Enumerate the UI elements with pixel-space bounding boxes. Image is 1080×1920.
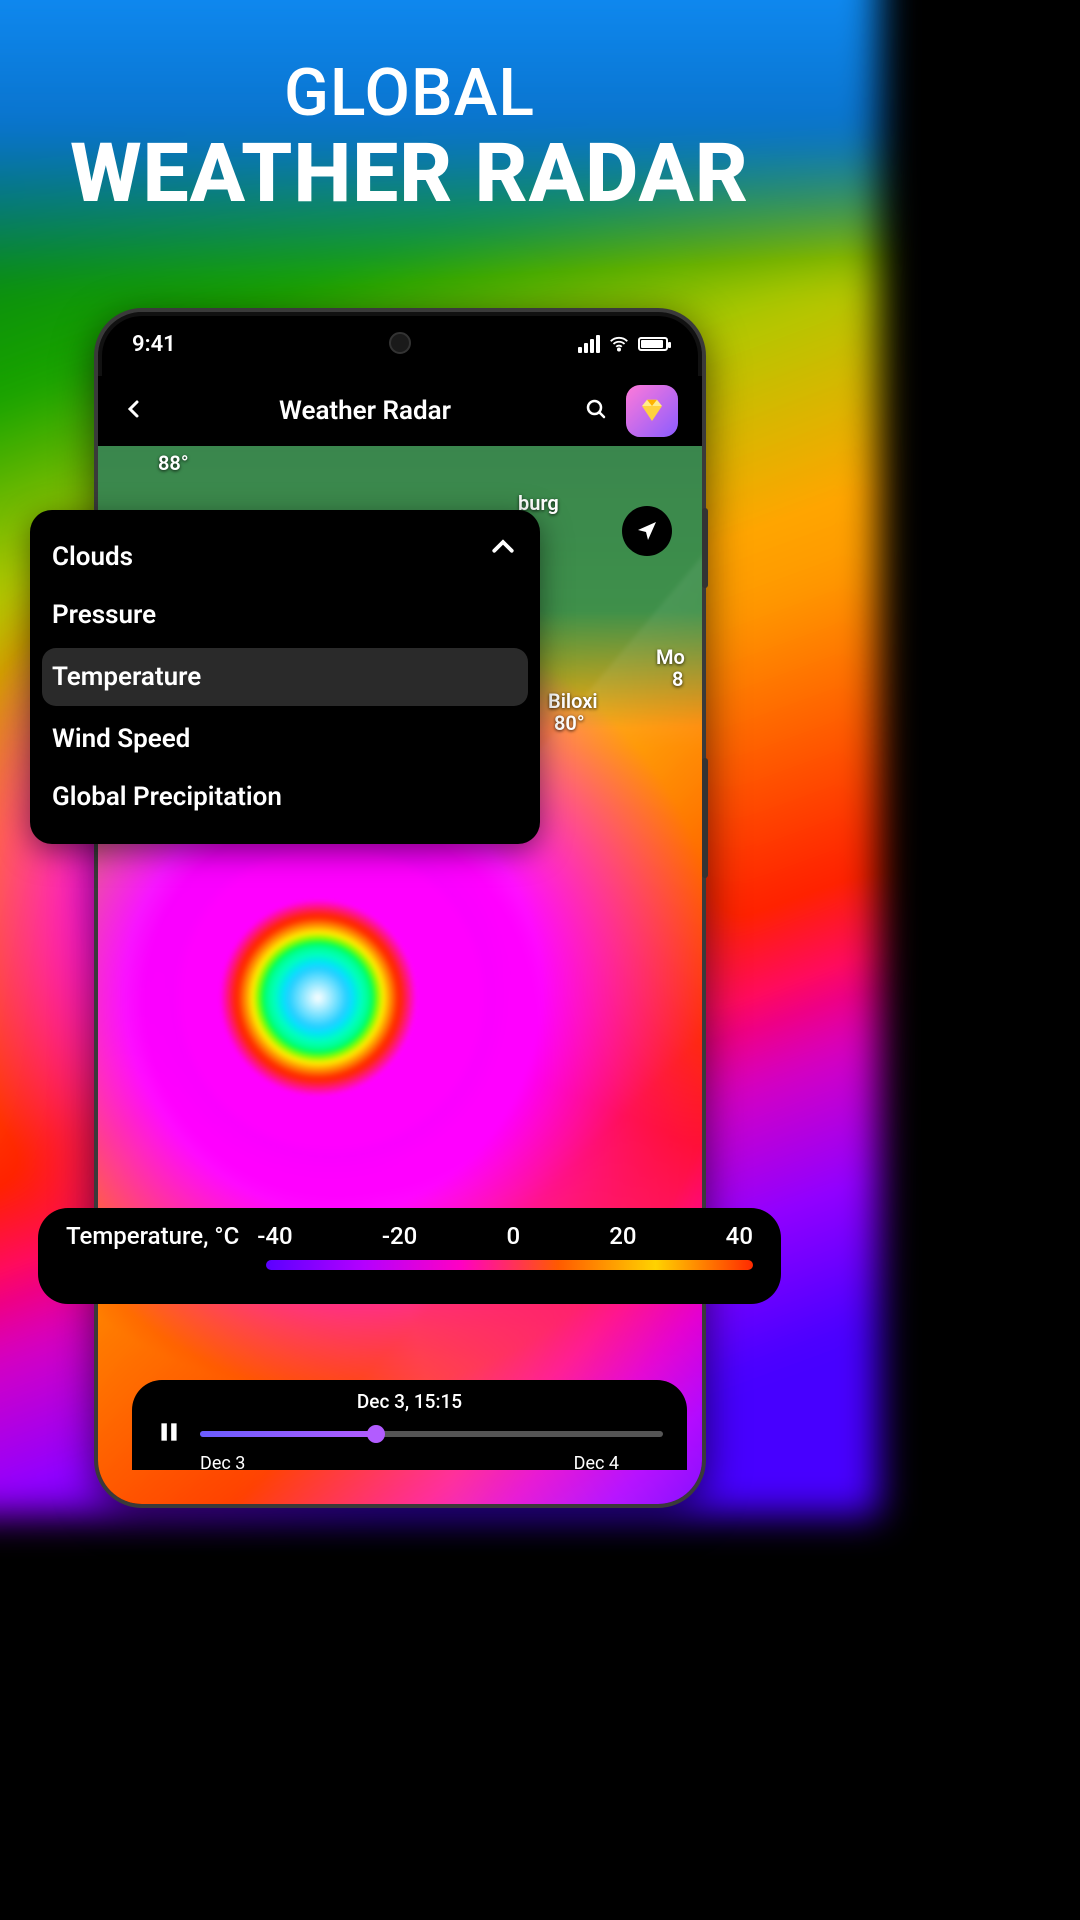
layer-option-pressure[interactable]: Pressure <box>30 586 540 644</box>
side-button <box>702 508 708 588</box>
layer-option-temperature[interactable]: Temperature <box>42 648 528 706</box>
wifi-icon <box>608 333 630 355</box>
diamond-icon <box>637 396 667 426</box>
battery-icon <box>638 337 668 351</box>
page-title: Weather Radar <box>279 396 451 426</box>
timeline-knob[interactable] <box>367 1425 385 1443</box>
map-label: Mo <box>656 646 685 668</box>
location-arrow-icon <box>635 519 659 543</box>
layer-picker[interactable]: CloudsPressureTemperatureWind SpeedGloba… <box>30 510 540 844</box>
headline-line2: WEATHER RADAR <box>0 126 819 222</box>
map-label: 8 <box>672 668 683 690</box>
timeline-end: Dec 4 <box>574 1453 619 1474</box>
search-button[interactable] <box>584 397 608 425</box>
layer-option-wind-speed[interactable]: Wind Speed <box>30 710 540 768</box>
promo-headline: GLOBAL WEATHER RADAR <box>0 55 819 222</box>
timeline-track[interactable] <box>200 1431 663 1437</box>
legend-tick: 40 <box>726 1222 753 1250</box>
premium-button[interactable] <box>626 385 678 437</box>
legend-gradient <box>266 1260 753 1270</box>
legend-tick: -40 <box>257 1222 292 1250</box>
cellular-icon <box>578 335 600 353</box>
map-label: 88° <box>158 452 189 474</box>
legend-title: Temperature, °C <box>66 1222 239 1250</box>
locate-me-button[interactable] <box>622 506 672 556</box>
timeline-current: Dec 3, 15:15 <box>156 1390 663 1413</box>
map-label: 80° <box>554 712 585 734</box>
headline-line1: GLOBAL <box>0 55 819 132</box>
app-header: Weather Radar <box>98 376 702 446</box>
pause-icon <box>156 1419 182 1445</box>
status-bar: 9:41 <box>98 312 702 376</box>
status-time: 9:41 <box>132 332 176 357</box>
legend-tick: 20 <box>609 1222 636 1250</box>
phone-frame: 9:41 Weather Radar 88°burgMo8Biloxi80°79… <box>94 308 706 1508</box>
legend-tick: 0 <box>506 1222 520 1250</box>
layer-option-clouds[interactable]: Clouds <box>30 528 540 586</box>
back-button[interactable] <box>122 397 146 425</box>
temperature-legend: Temperature, °C -40 -20 0 20 40 <box>38 1208 781 1304</box>
timeline-progress <box>200 1431 376 1437</box>
legend-ticks: -40 -20 0 20 40 <box>257 1222 753 1250</box>
status-right <box>578 333 668 355</box>
timeline-start: Dec 3 <box>200 1453 245 1474</box>
timeline-scrubber[interactable]: Dec 3, 15:15 Dec 3 Dec 4 <box>132 1380 687 1470</box>
map-label: Biloxi <box>548 690 598 712</box>
layer-option-global-precipitation[interactable]: Global Precipitation <box>30 768 540 826</box>
side-button <box>702 758 708 878</box>
legend-tick: -20 <box>382 1222 417 1250</box>
pause-button[interactable] <box>156 1419 182 1449</box>
